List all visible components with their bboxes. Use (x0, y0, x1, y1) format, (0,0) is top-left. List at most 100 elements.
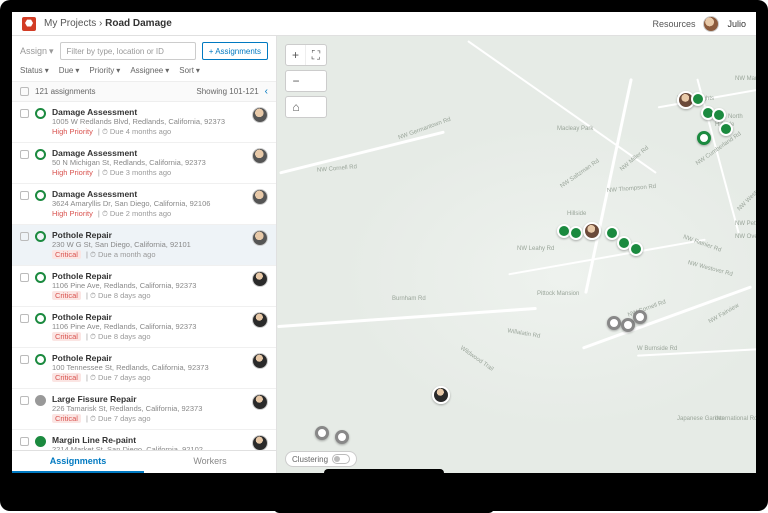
tab-assignments[interactable]: Assignments (12, 451, 144, 473)
assignment-pin-icon[interactable] (335, 430, 349, 444)
assignment-item[interactable]: Pothole Repair1106 Pine Ave, Redlands, C… (12, 307, 276, 348)
breadcrumb-root[interactable]: My Projects (44, 18, 96, 29)
tab-workers[interactable]: Workers (144, 451, 276, 473)
item-checkbox[interactable] (20, 355, 29, 364)
assignment-item[interactable]: Pothole Repair100 Tennessee St, Redlands… (12, 348, 276, 389)
zoom-in-button[interactable]: + (286, 45, 306, 65)
filter-status[interactable]: Status ▾ (20, 66, 49, 75)
assignment-item[interactable]: Damage Assessment50 N Michigan St, Redla… (12, 143, 276, 184)
item-title: Pothole Repair (52, 353, 246, 363)
item-address: 100 Tennessee St, Redlands, California, … (52, 363, 246, 372)
panel-tabs: Assignments Workers (12, 450, 276, 473)
assignment-item[interactable]: Damage Assessment1005 W Redlands Blvd, R… (12, 102, 276, 143)
resources-link[interactable]: Resources (652, 19, 695, 29)
assignment-item[interactable]: Pothole Repair230 W G St, San Diego, Cal… (12, 225, 276, 266)
item-title: Damage Assessment (52, 189, 246, 199)
assignment-list[interactable]: Damage Assessment 1005 W Redlands Blvd, R… (12, 102, 276, 450)
user-avatar-icon[interactable] (703, 16, 719, 32)
item-checkbox[interactable] (20, 437, 29, 446)
assignment-item[interactable]: Damage Assessment3624 Amaryllis Dr, San … (12, 184, 276, 225)
item-title: Pothole Repair (52, 312, 246, 322)
assign-dropdown[interactable]: Assign ▾ (20, 46, 54, 57)
list-summary: 121 assignments Showing 101-121 ‹ (12, 81, 276, 102)
assignment-item[interactable]: Margin Line Re-paint2214 Market St, San … (12, 430, 276, 450)
due-text: | ⏱ Due 2 months ago (96, 209, 171, 218)
assignment-count: 121 assignments (35, 87, 95, 96)
item-checkbox[interactable] (20, 150, 29, 159)
filter-due[interactable]: Due ▾ (59, 66, 80, 75)
status-icon (35, 190, 46, 201)
monitor-stand (324, 469, 444, 513)
assignee-avatar-icon[interactable] (252, 107, 268, 123)
priority-badge: High Priority (52, 209, 93, 218)
assignment-pin-icon[interactable] (697, 131, 711, 145)
item-address: 3624 Amaryllis Dr, San Diego, California… (52, 199, 246, 208)
select-all-checkbox[interactable] (20, 87, 29, 96)
item-title: Pothole Repair (52, 271, 246, 281)
map-label: Macleay Park (557, 126, 593, 132)
item-title: Margin Line Re-paint (52, 435, 246, 445)
item-checkbox[interactable] (20, 232, 29, 241)
map-label: W Burnside Rd (637, 346, 677, 352)
status-icon (35, 231, 46, 242)
assignment-item[interactable]: Pothole Repair1106 Pine Ave, Redlands, C… (12, 266, 276, 307)
assignment-item[interactable]: Large Fissure Repair226 Tamarisk St, Red… (12, 389, 276, 430)
item-checkbox[interactable] (20, 109, 29, 118)
map-label: Hillside (567, 211, 586, 217)
map-controls: + ⛶ − ⌂ (285, 44, 327, 118)
app-logo-icon[interactable]: ⬣ (22, 17, 36, 31)
assignments-panel: Assign ▾ Filter by type, location or ID … (12, 36, 277, 473)
worker-pin-icon[interactable] (432, 386, 450, 404)
worker-pin-icon[interactable] (583, 222, 601, 240)
assignee-avatar-icon[interactable] (252, 394, 268, 410)
item-address: 1005 W Redlands Blvd, Redlands, Californ… (52, 117, 246, 126)
assignment-pin-icon[interactable] (719, 122, 733, 136)
filter-priority[interactable]: Priority ▾ (89, 66, 120, 75)
assignment-pin-icon[interactable] (569, 226, 583, 240)
assignment-pin-icon[interactable] (605, 226, 619, 240)
assignee-avatar-icon[interactable] (252, 230, 268, 246)
search-input[interactable]: Filter by type, location or ID (60, 42, 196, 60)
prev-page-icon[interactable]: ‹ (259, 86, 268, 97)
chevron-down-icon: ▾ (196, 66, 200, 75)
monitor-frame: ⬣ My Projects › Road Damage Resources Ju… (0, 0, 768, 511)
assignee-avatar-icon[interactable] (252, 435, 268, 450)
map-view[interactable]: NW Germantown RdNW Cornell RdBurnham RdW… (277, 36, 756, 473)
due-text: | ⏱ Due 8 days ago (84, 291, 151, 300)
item-title: Damage Assessment (52, 148, 246, 158)
chevron-down-icon: ▾ (116, 66, 120, 75)
assignee-avatar-icon[interactable] (252, 189, 268, 205)
assignment-pin-icon[interactable] (712, 108, 726, 122)
assignment-pin-icon[interactable] (607, 316, 621, 330)
filter-assignee[interactable]: Assignee ▾ (130, 66, 169, 75)
add-assignments-button[interactable]: + Assignments (202, 42, 268, 60)
due-text: | ⏱ Due 7 days ago (84, 414, 151, 423)
assignee-avatar-icon[interactable] (252, 271, 268, 287)
toggle-icon (332, 454, 350, 464)
expand-button[interactable]: ⛶ (306, 45, 326, 65)
top-bar: ⬣ My Projects › Road Damage Resources Ju… (12, 12, 756, 36)
assignee-avatar-icon[interactable] (252, 148, 268, 164)
assignee-avatar-icon[interactable] (252, 353, 268, 369)
user-name[interactable]: Julio (727, 19, 746, 29)
breadcrumb-current: Road Damage (105, 18, 172, 29)
item-address: 226 Tamarisk St, Redlands, California, 9… (52, 404, 246, 413)
item-checkbox[interactable] (20, 396, 29, 405)
status-icon (35, 313, 46, 324)
assignment-pin-icon[interactable] (633, 310, 647, 324)
breadcrumb[interactable]: My Projects › Road Damage (44, 18, 172, 29)
home-button[interactable]: ⌂ (286, 97, 306, 117)
filter-sort[interactable]: Sort ▾ (179, 66, 200, 75)
zoom-out-button[interactable]: − (286, 71, 306, 91)
item-checkbox[interactable] (20, 314, 29, 323)
item-checkbox[interactable] (20, 191, 29, 200)
map-label: NW Pettygrove (735, 221, 756, 227)
clustering-toggle[interactable]: Clustering (285, 451, 357, 467)
chevron-down-icon: ▾ (45, 66, 49, 75)
assignment-pin-icon[interactable] (691, 92, 705, 106)
assignment-pin-icon[interactable] (315, 426, 329, 440)
assignment-pin-icon[interactable] (629, 242, 643, 256)
assignee-avatar-icon[interactable] (252, 312, 268, 328)
item-checkbox[interactable] (20, 273, 29, 282)
item-address: 230 W G St, San Diego, California, 92101 (52, 240, 246, 249)
